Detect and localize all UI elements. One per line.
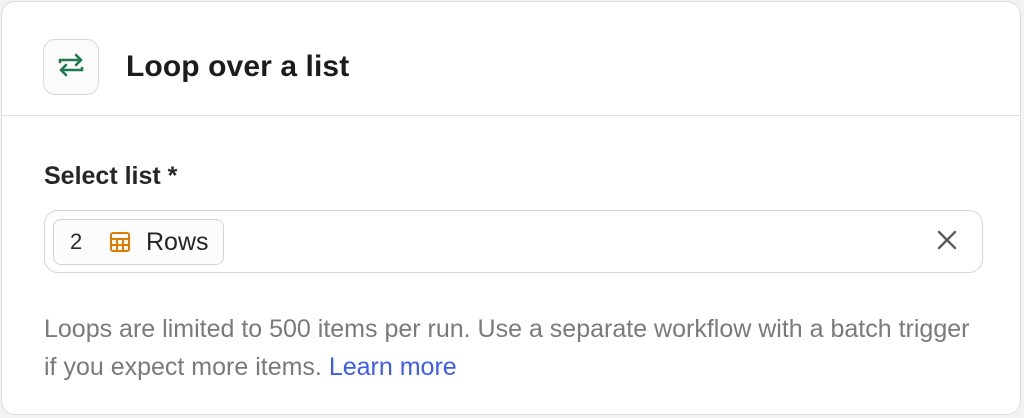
- close-icon: [936, 229, 958, 256]
- help-text-body: Loops are limited to 500 items per run. …: [44, 315, 970, 381]
- chip-step-number: 2: [70, 229, 83, 254]
- select-list-label: Select list *: [44, 162, 178, 190]
- table-icon: [108, 230, 132, 254]
- learn-more-link[interactable]: Learn more: [329, 353, 457, 381]
- loop-card: Loop over a list Select list * 2 Rows Lo…: [1, 1, 1021, 415]
- card-header: Loop over a list: [2, 2, 1020, 116]
- loop-icon-container: [43, 39, 99, 95]
- loop-arrows-icon: [57, 51, 85, 84]
- selected-list-chip[interactable]: 2 Rows: [53, 219, 224, 265]
- chip-label: Rows: [146, 227, 209, 256]
- clear-selection-button[interactable]: [934, 229, 960, 255]
- card-title: Loop over a list: [126, 50, 350, 83]
- help-text: Loops are limited to 500 items per run. …: [44, 310, 974, 386]
- select-list-input[interactable]: 2 Rows: [44, 210, 983, 273]
